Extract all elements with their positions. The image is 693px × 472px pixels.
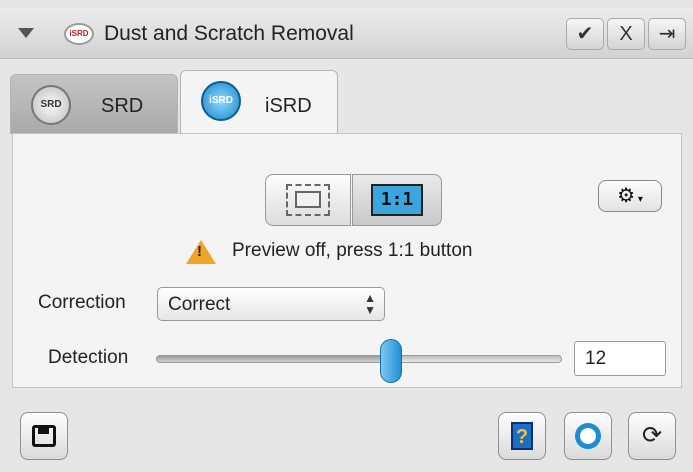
isrd-icon: iSRD — [201, 81, 241, 121]
exit-panel-button[interactable]: ⇥ — [648, 18, 686, 50]
reset-button[interactable]: ⟳ — [628, 412, 676, 460]
detection-slider-track[interactable] — [156, 355, 562, 363]
apply-check-button[interactable]: ✔ — [566, 18, 604, 50]
preview-warning-text: Preview off, press 1:1 button — [232, 240, 473, 261]
panel-title: Dust and Scratch Removal — [104, 22, 354, 45]
tab-isrd[interactable]: iSRD iSRD — [180, 70, 338, 134]
save-button[interactable] — [20, 412, 68, 460]
detection-slider-thumb[interactable] — [380, 339, 403, 383]
settings-gear-button[interactable]: ⚙ ▾ — [598, 180, 662, 212]
srd-icon: SRD — [31, 85, 71, 125]
detection-slider-fill — [157, 356, 392, 362]
detection-value-field[interactable]: 12 — [574, 341, 666, 376]
save-icon — [32, 425, 56, 447]
help-button[interactable]: ? — [498, 412, 546, 460]
tab-srd[interactable]: SRD SRD — [10, 74, 178, 134]
reset-icon: ⟳ — [641, 422, 663, 449]
tab-isrd-label: iSRD — [265, 95, 312, 117]
one-to-one-label: 1:1 — [371, 184, 423, 216]
gear-icon: ⚙ — [617, 185, 636, 207]
one-to-one-button[interactable]: 1:1 — [352, 174, 442, 226]
collapse-triangle-icon[interactable] — [18, 28, 34, 38]
isrd-logo-icon: iSRD — [64, 23, 94, 45]
correction-label: Correction — [38, 292, 126, 313]
warning-exclamation: ! — [197, 243, 202, 260]
help-icon: ? — [511, 422, 533, 450]
panel-header: iSRD Dust and Scratch Removal ✔ X ⇥ — [0, 8, 693, 59]
full-view-button[interactable] — [265, 174, 351, 226]
select-arrows-icon: ▲ ▼ — [364, 291, 376, 317]
close-button[interactable]: X — [607, 18, 645, 50]
detection-label: Detection — [48, 347, 129, 368]
full-frame-icon — [286, 184, 330, 216]
dust-scratch-panel: iSRD Dust and Scratch Removal ✔ X ⇥ SRD … — [0, 0, 693, 472]
correction-select[interactable]: Correct ▲ ▼ — [157, 287, 385, 321]
zoom-button[interactable] — [564, 412, 612, 460]
tab-srd-label: SRD — [101, 95, 144, 117]
zoom-icon — [575, 423, 601, 449]
correction-select-value: Correct — [168, 294, 231, 315]
